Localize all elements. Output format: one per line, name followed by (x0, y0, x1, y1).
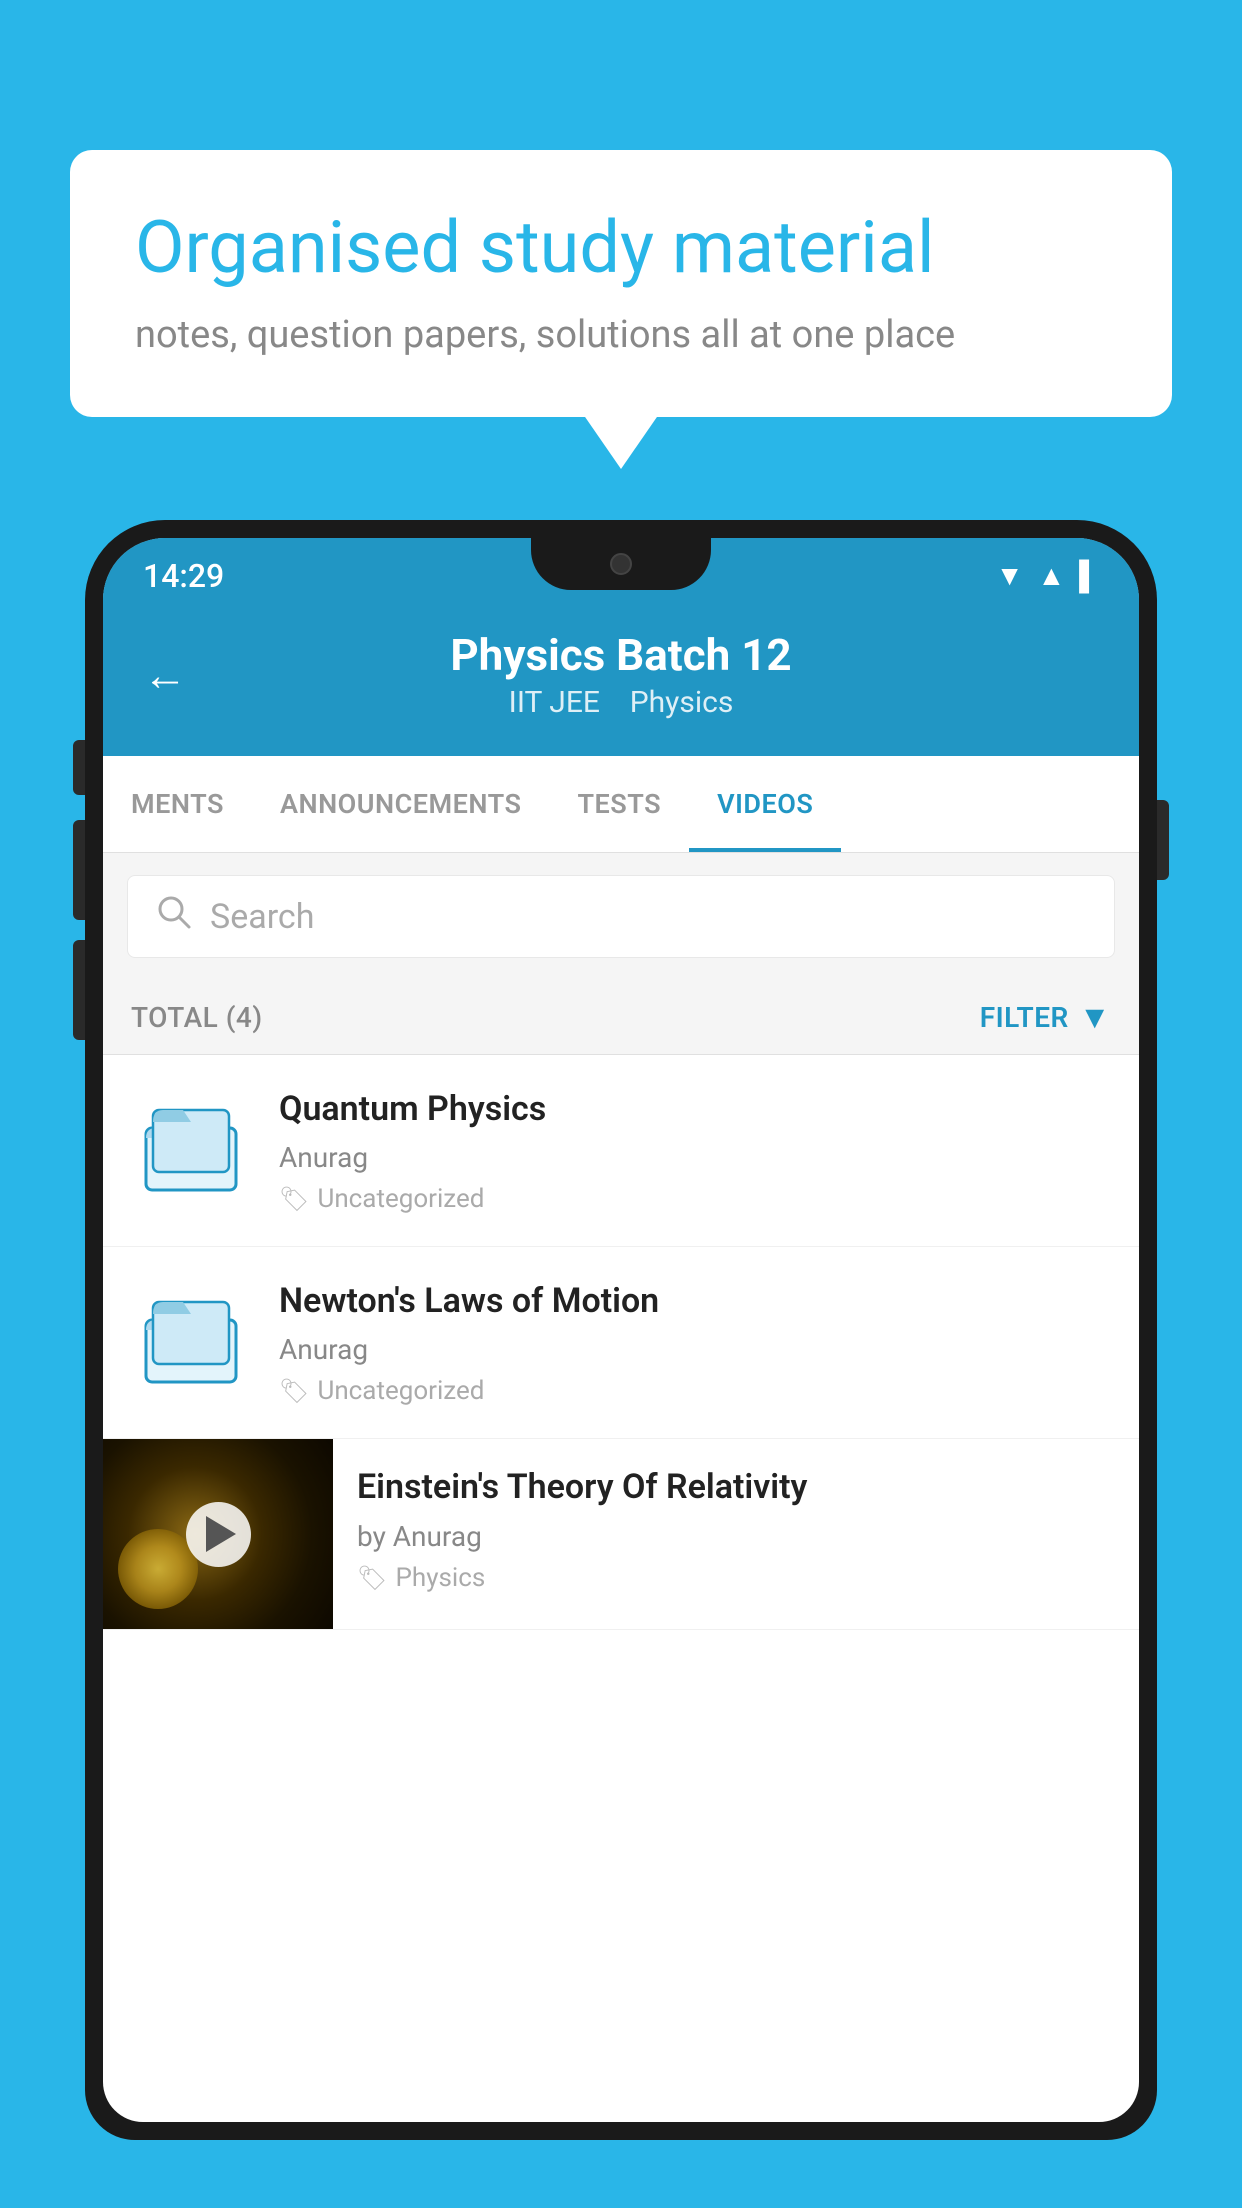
silent-button (73, 740, 85, 795)
status-icons: ▼ ▲ ▌ (996, 559, 1099, 592)
tag-icon-3: 🏷 (357, 1564, 387, 1592)
search-placeholder: Search (210, 897, 314, 937)
video-title-1: Quantum Physics (279, 1087, 1111, 1131)
list-item[interactable]: Einstein's Theory Of Relativity by Anura… (103, 1439, 1139, 1630)
video-thumbnail-einstein (103, 1439, 333, 1629)
video-info-3: Einstein's Theory Of Relativity by Anura… (333, 1439, 1111, 1618)
filter-label: FILTER (980, 1001, 1069, 1034)
play-button[interactable] (186, 1502, 251, 1567)
video-tag-3: 🏷 Physics (357, 1563, 1111, 1593)
tag-icon-1: 🏷 (279, 1185, 309, 1213)
tag-label-2: Uncategorized (317, 1376, 484, 1406)
search-icon (156, 894, 192, 939)
wifi-icon: ▼ (996, 559, 1024, 592)
power-button (1157, 800, 1169, 880)
batch-subtitle: IIT JEE Physics (450, 685, 791, 720)
list-item[interactable]: Quantum Physics Anurag 🏷 Uncategorized (103, 1055, 1139, 1247)
tag-label-1: Uncategorized (317, 1184, 484, 1214)
status-time: 14:29 (143, 557, 224, 595)
video-author-3: by Anurag (357, 1520, 1111, 1553)
speech-bubble: Organised study material notes, question… (70, 150, 1172, 417)
filter-icon: ▼ (1079, 998, 1111, 1036)
batch-title: Physics Batch 12 (450, 629, 791, 681)
tab-ments[interactable]: MENTS (103, 756, 252, 852)
header-nav: ← Physics Batch 12 IIT JEE Physics (103, 613, 1139, 728)
phone-notch (531, 538, 711, 590)
volume-down-button (73, 940, 85, 1040)
subject-physics: Physics (630, 685, 734, 720)
phone-outer: 14:29 ▼ ▲ ▌ ← Physics Batch 12 IIT JEE (85, 520, 1157, 2140)
play-icon (206, 1516, 236, 1552)
search-container: Search (103, 853, 1139, 980)
video-title-3: Einstein's Theory Of Relativity (357, 1465, 1111, 1509)
video-tag-1: 🏷 Uncategorized (279, 1184, 1111, 1214)
signal-icon: ▲ (1037, 559, 1065, 592)
phone-screen: 14:29 ▼ ▲ ▌ ← Physics Batch 12 IIT JEE (103, 538, 1139, 2122)
back-button[interactable]: ← (143, 649, 187, 701)
video-info-2: Newton's Laws of Motion Anurag 🏷 Uncateg… (279, 1279, 1111, 1406)
front-camera (610, 553, 632, 575)
list-item[interactable]: Newton's Laws of Motion Anurag 🏷 Uncateg… (103, 1247, 1139, 1439)
filter-bar: TOTAL (4) FILTER ▼ (103, 980, 1139, 1055)
tabs-bar: MENTS ANNOUNCEMENTS TESTS VIDEOS (103, 756, 1139, 853)
battery-icon: ▌ (1079, 559, 1099, 592)
search-bar[interactable]: Search (127, 875, 1115, 958)
video-info-1: Quantum Physics Anurag 🏷 Uncategorized (279, 1087, 1111, 1214)
speech-bubble-container: Organised study material notes, question… (70, 150, 1172, 417)
video-author-2: Anurag (279, 1333, 1111, 1366)
bubble-subtitle: notes, question papers, solutions all at… (135, 313, 1107, 357)
tab-tests[interactable]: TESTS (549, 756, 689, 852)
folder-thumbnail-2 (131, 1279, 251, 1399)
video-author-1: Anurag (279, 1141, 1111, 1174)
video-tag-2: 🏷 Uncategorized (279, 1376, 1111, 1406)
phone-container: 14:29 ▼ ▲ ▌ ← Physics Batch 12 IIT JEE (85, 520, 1157, 2208)
bubble-title: Organised study material (135, 205, 1107, 291)
folder-thumbnail-1 (131, 1087, 251, 1207)
tag-icon-2: 🏷 (279, 1377, 309, 1405)
video-list: Quantum Physics Anurag 🏷 Uncategorized (103, 1055, 1139, 1630)
volume-up-button (73, 820, 85, 920)
video-title-2: Newton's Laws of Motion (279, 1279, 1111, 1323)
filter-button[interactable]: FILTER ▼ (980, 998, 1111, 1036)
subject-iitjee: IIT JEE (509, 685, 600, 720)
tag-label-3: Physics (395, 1563, 485, 1593)
tab-announcements[interactable]: ANNOUNCEMENTS (252, 756, 550, 852)
tab-videos[interactable]: VIDEOS (689, 756, 841, 852)
total-count: TOTAL (4) (131, 1001, 263, 1034)
